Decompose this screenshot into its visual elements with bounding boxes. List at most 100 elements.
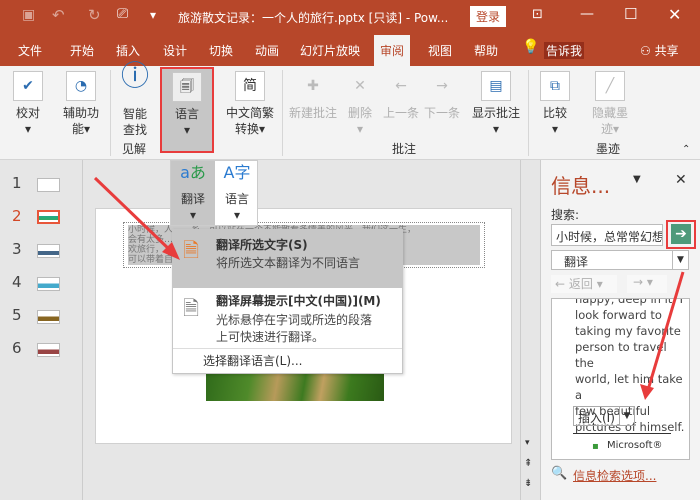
translate-button[interactable]: aあ 翻译 ▾ bbox=[171, 161, 215, 225]
compare-icon: ⧉ bbox=[540, 71, 570, 101]
translate-icon: aあ bbox=[180, 163, 206, 182]
show-comments-button[interactable]: ▤ 显示批注 ▾ bbox=[468, 68, 524, 137]
person-icon: ⚇ bbox=[640, 44, 651, 58]
translate-doc-icon: 🗎 bbox=[183, 238, 200, 262]
smart-lookup-button[interactable]: ⓘ 智能 查找 bbox=[115, 59, 155, 138]
collapse-ribbon-icon[interactable]: ⌃ bbox=[682, 144, 690, 155]
share-button[interactable]: ⚇ 共享 bbox=[640, 42, 679, 59]
maximize-icon[interactable]: ☐ bbox=[624, 5, 637, 23]
highlight-box bbox=[160, 67, 214, 153]
research-options-link[interactable]: 信息检索选项... bbox=[573, 467, 656, 484]
screentip-doc-icon: 🗎 bbox=[183, 296, 200, 320]
slide-thumbnail-4[interactable] bbox=[37, 277, 60, 291]
undo-icon[interactable]: ↶ bbox=[52, 6, 65, 24]
previous-comment-button[interactable]: ← 上一条 bbox=[380, 68, 422, 121]
login-button[interactable]: 登录 bbox=[470, 6, 507, 27]
menu-item-translate-screentip[interactable]: 🗎 翻译屏幕提示[中文(中国)](M) 光标悬停在字词或所选的段落 上可快速进行… bbox=[173, 288, 402, 348]
highlight-box bbox=[666, 220, 696, 249]
pane-title: 信息... bbox=[551, 174, 611, 198]
magnifier-info-icon: ⓘ bbox=[120, 59, 149, 92]
language-menu-button[interactable]: A字 语言 ▾ bbox=[215, 161, 259, 225]
tell-me-search[interactable]: 告诉我 bbox=[544, 42, 585, 59]
slide-thumbnail-1[interactable] bbox=[37, 178, 60, 192]
ribbon-tabs: 文件 开始 插入 设计 切换 动画 幻灯片放映 审阅 视图 帮助 💡 告诉我 ⚇… bbox=[0, 33, 700, 66]
slide-number: 5 bbox=[12, 306, 22, 324]
vertical-scrollbar[interactable]: ▾ ⇞ ⇟ bbox=[520, 160, 540, 500]
pane-close-icon[interactable]: ✕ bbox=[675, 172, 687, 188]
hide-ink-button[interactable]: ╱ 隐藏墨 迹▾ bbox=[588, 68, 632, 137]
prev-slide-icon[interactable]: ⇞ bbox=[524, 458, 532, 469]
research-pane: 信息... ▼ ✕ 搜索: 小时候，总常常幻想 ➔ 翻译 ▼ ← 返回 ▾ → ▾… bbox=[540, 160, 700, 500]
results-area[interactable]: happy, deep in it. Ilook forward to takin… bbox=[551, 298, 690, 460]
slide-thumbnail-6[interactable] bbox=[37, 343, 60, 357]
minimize-icon[interactable]: — bbox=[580, 6, 594, 22]
next-comment-button[interactable]: → 下一条 bbox=[421, 68, 463, 121]
slide-number: 2 bbox=[12, 207, 22, 225]
microsoft-label: Microsoft® bbox=[607, 440, 663, 451]
new-comment-icon: ✚ bbox=[307, 78, 319, 94]
translate-menu: 🗎 翻译所选文字(S) 将所选文本翻译为不同语言 🗎 翻译屏幕提示[中文(中国)… bbox=[172, 229, 403, 374]
menu-item-choose-language[interactable]: 选择翻译语言(L)... bbox=[173, 352, 402, 372]
tab-review[interactable]: 审阅 bbox=[374, 35, 411, 66]
next-slide-icon[interactable]: ⇟ bbox=[524, 478, 532, 489]
slide-thumbnail-3[interactable] bbox=[37, 244, 60, 258]
scroll-down-icon[interactable]: ▾ bbox=[525, 438, 530, 448]
research-options-icon: 🔍 bbox=[551, 466, 568, 481]
service-select[interactable]: 翻译 ▼ bbox=[551, 250, 689, 270]
ribbon-display-icon[interactable]: ⊡ bbox=[532, 7, 543, 22]
qat-more-icon[interactable]: ▾ bbox=[150, 8, 156, 22]
chevron-down-icon: ▼ bbox=[672, 251, 688, 269]
delete-icon: ✕ bbox=[354, 78, 366, 94]
compare-button[interactable]: ⧉ 比较 ▾ bbox=[535, 68, 575, 137]
close-icon[interactable]: ✕ bbox=[668, 5, 681, 24]
divider bbox=[573, 433, 671, 434]
accessibility-icon: ◔ bbox=[66, 71, 96, 101]
tab-transitions[interactable]: 切换 bbox=[209, 42, 233, 59]
present-icon[interactable]: ⎚ bbox=[117, 6, 128, 22]
tab-animations[interactable]: 动画 bbox=[255, 42, 279, 59]
accessibility-button[interactable]: ◔ 辅助功 能▾ bbox=[56, 68, 106, 137]
forward-button[interactable]: → ▾ bbox=[627, 275, 667, 293]
ink-icon: ╱ bbox=[595, 71, 625, 101]
tab-view[interactable]: 视图 bbox=[428, 42, 452, 59]
menu-item-translate-selected[interactable]: 🗎 翻译所选文字(S) 将所选文本翻译为不同语言 bbox=[173, 230, 402, 288]
tab-design[interactable]: 设计 bbox=[163, 42, 187, 59]
arrow-right-icon: → bbox=[633, 275, 644, 289]
new-comment-button[interactable]: ✚ 新建批注 bbox=[288, 68, 338, 121]
show-comments-icon: ▤ bbox=[481, 71, 511, 101]
slide-number: 1 bbox=[12, 174, 22, 192]
group-ink: 墨迹 bbox=[596, 142, 621, 156]
arrow-left-icon: ← bbox=[395, 78, 407, 94]
back-button[interactable]: ← 返回 ▾ bbox=[551, 275, 617, 293]
chevron-down-icon: ▼ bbox=[619, 407, 634, 425]
language-globe-icon: A字 bbox=[223, 163, 251, 182]
search-label: 搜索: bbox=[551, 208, 580, 222]
tab-home[interactable]: 开始 bbox=[70, 42, 94, 59]
arrow-right-icon: → bbox=[436, 78, 448, 94]
window-title: 旅游散文记录：一个人的旅行.pptx [只读] - Pow... bbox=[178, 11, 449, 25]
slide-thumbnail-2[interactable] bbox=[37, 210, 60, 224]
tab-insert[interactable]: 插入 bbox=[116, 42, 140, 59]
tab-slideshow[interactable]: 幻灯片放映 bbox=[300, 42, 360, 59]
spelling-icon: ✔ bbox=[13, 71, 43, 101]
lightbulb-icon: 💡 bbox=[522, 39, 540, 55]
pane-options-icon[interactable]: ▼ bbox=[633, 174, 641, 185]
redo-icon[interactable]: ↻ bbox=[88, 6, 101, 24]
search-input[interactable]: 小时候，总常常幻想 bbox=[551, 224, 663, 246]
save-icon[interactable]: ▣ bbox=[22, 7, 35, 23]
slide-number: 3 bbox=[12, 240, 22, 258]
slide-thumbnail-5[interactable] bbox=[37, 310, 60, 324]
delete-comment-button[interactable]: ✕ 删除 ▾ bbox=[340, 68, 380, 137]
insert-button[interactable]: 插入(I) ▼ bbox=[573, 406, 635, 426]
group-comments: 批注 bbox=[392, 142, 417, 156]
divider bbox=[173, 348, 402, 349]
chinese-conversion-button[interactable]: 简中文简繁 转换▾ bbox=[220, 68, 280, 137]
slide-thumbnails: 1 2 3 4 5 6 bbox=[0, 160, 83, 500]
proofing-button[interactable]: ✔ 校对 ▾ bbox=[8, 68, 48, 137]
tab-help[interactable]: 帮助 bbox=[474, 42, 498, 59]
slide-number: 4 bbox=[12, 273, 22, 291]
title-bar: ▣ ↶ ↻ ⎚ ▾ 旅游散文记录：一个人的旅行.pptx [只读] - Pow.… bbox=[0, 0, 700, 33]
simplified-icon: 简 bbox=[235, 71, 265, 101]
tab-file[interactable]: 文件 bbox=[18, 42, 42, 59]
microsoft-logo-icon: ▪ bbox=[592, 441, 599, 452]
